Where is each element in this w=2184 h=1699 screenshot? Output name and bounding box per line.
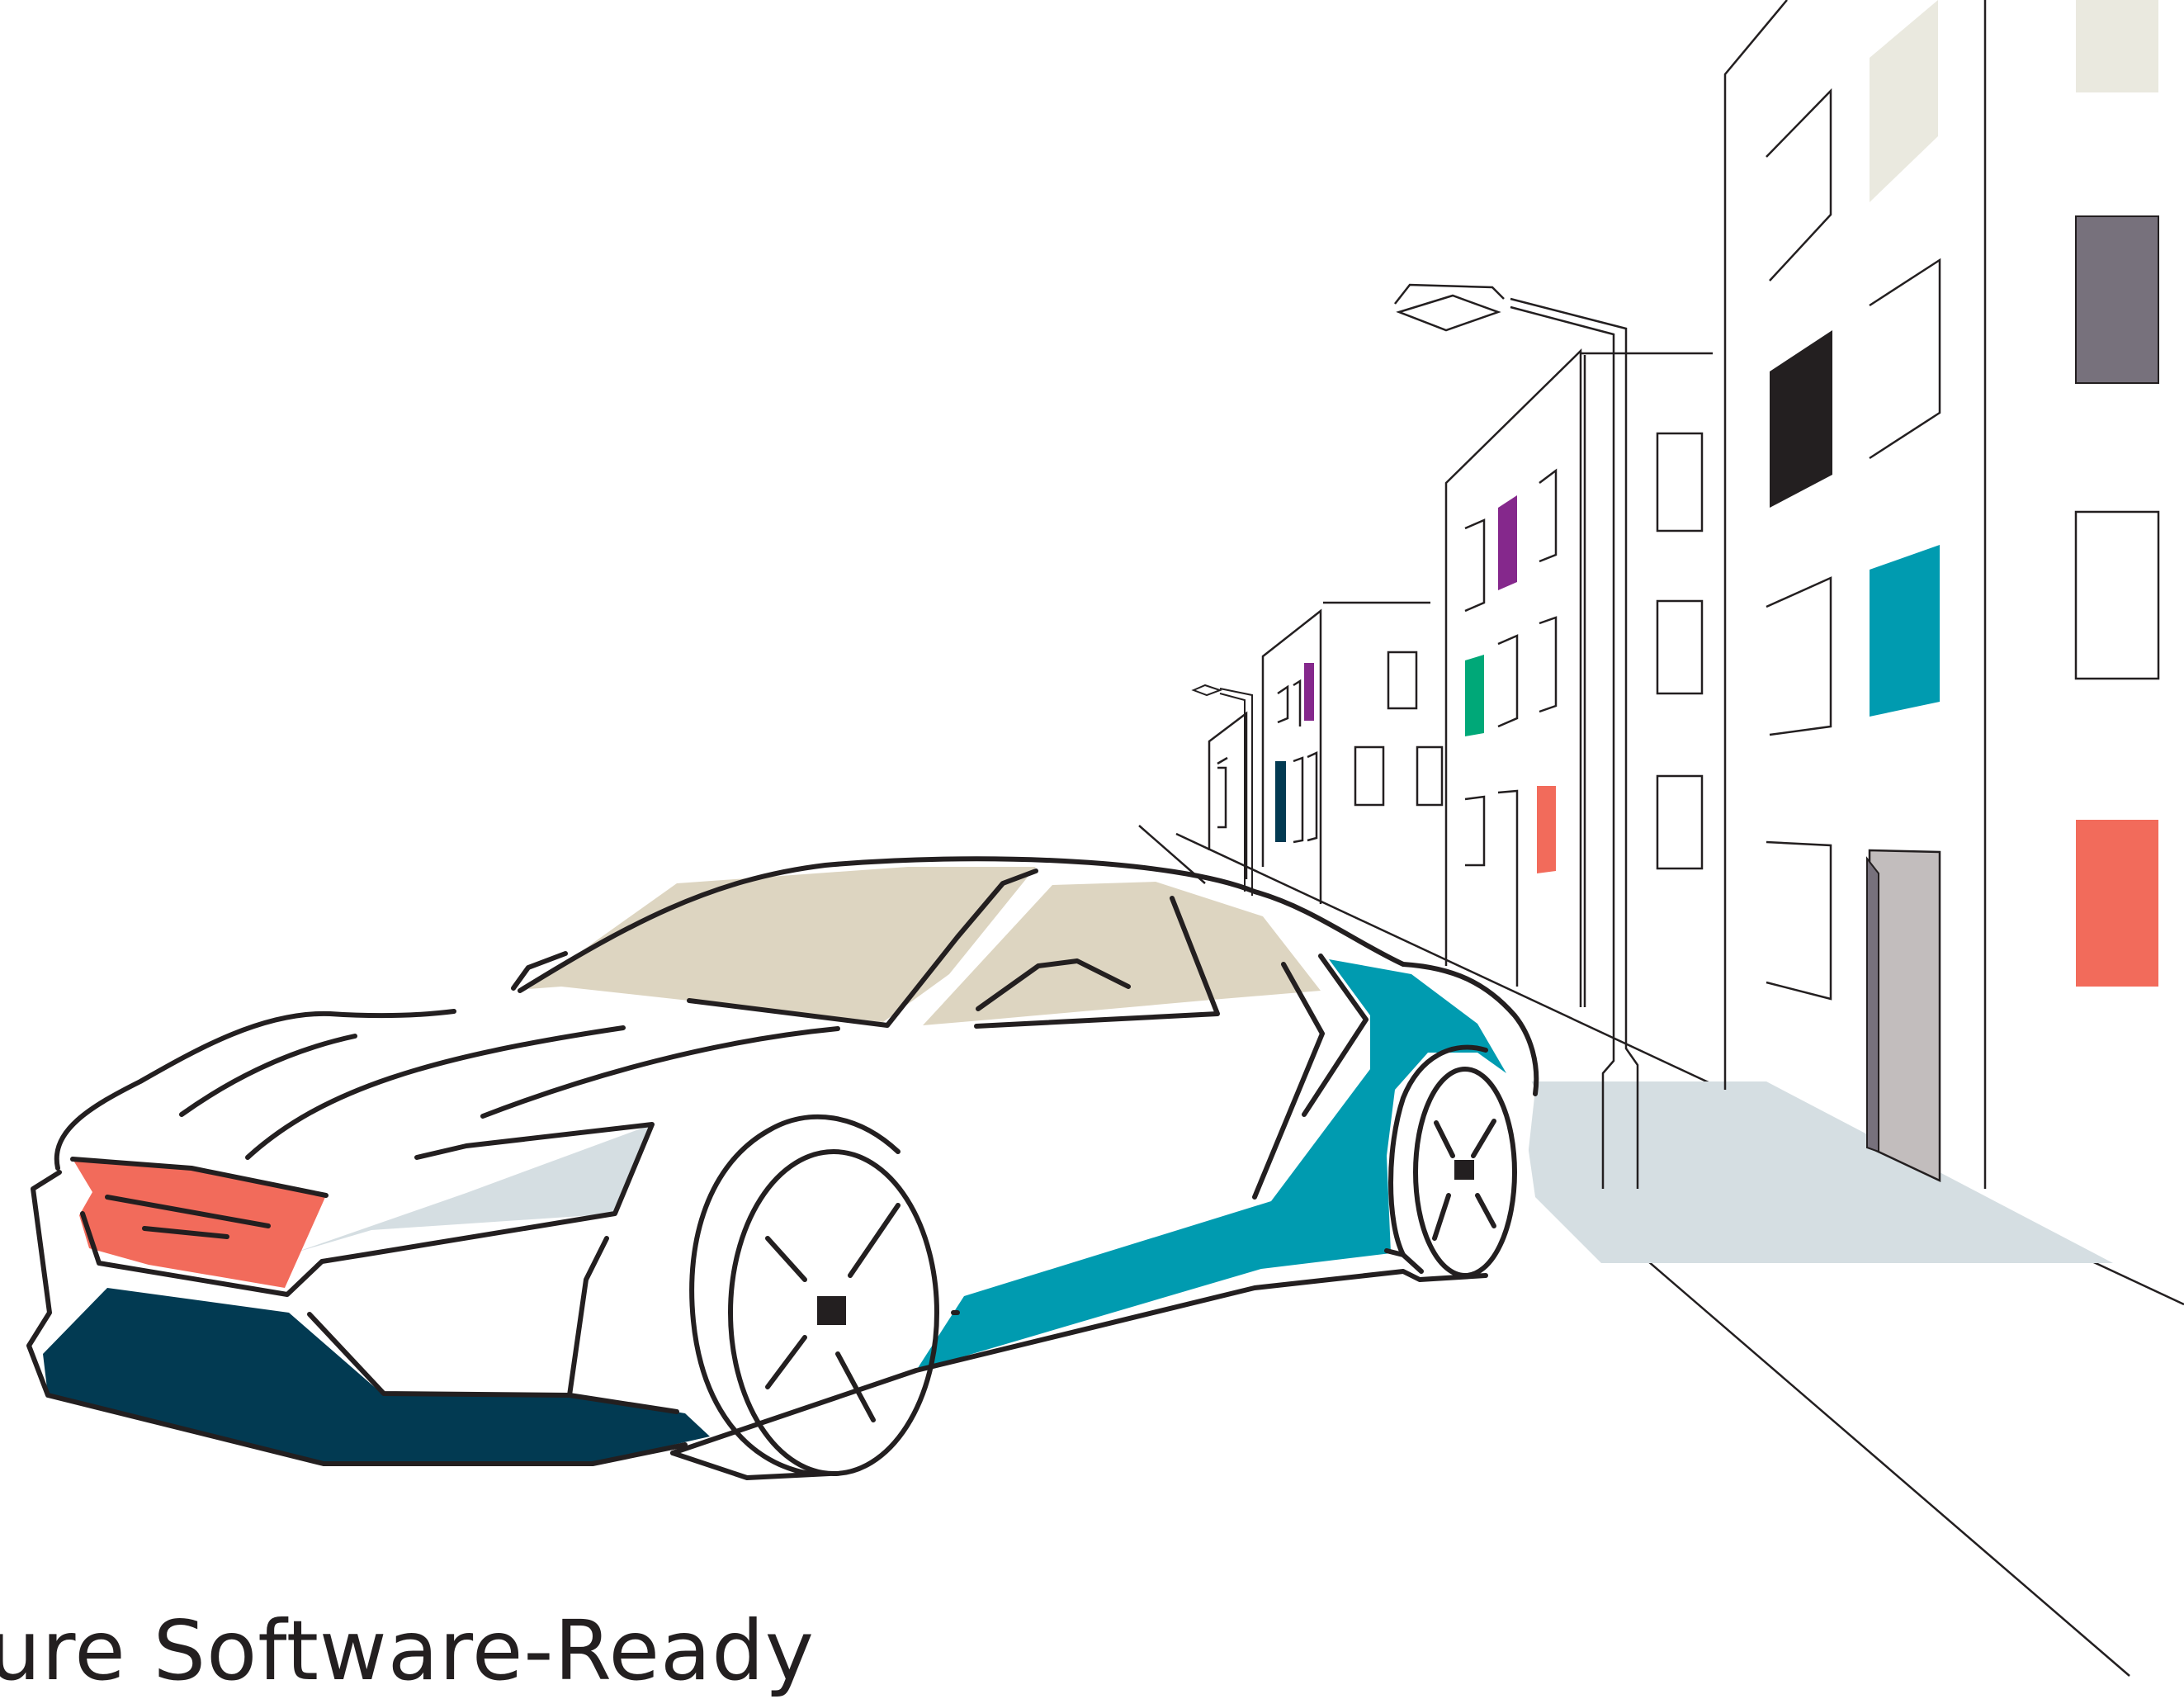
window-purple [1498, 495, 1517, 590]
window-outline [1869, 258, 1941, 460]
building-far [1261, 601, 1444, 904]
window-cream [1870, 0, 1938, 202]
door [1868, 849, 1941, 1182]
road-shadow [1519, 1081, 2113, 1263]
window-far-purple [1304, 663, 1314, 721]
building-tiny [1208, 711, 1248, 879]
window-coral-mid [1537, 786, 1556, 873]
sports-car-illustration [25, 856, 1539, 1480]
window-black [1770, 330, 1832, 508]
caption-text: cure Software-Ready [0, 1602, 815, 1699]
illustration-canvas [25, 0, 2184, 1677]
window-far-navy [1275, 761, 1286, 842]
window-far-slate [2075, 215, 2159, 384]
window-green [1465, 655, 1484, 736]
window-teal [1870, 545, 1940, 717]
door-edge [1866, 856, 1879, 1153]
window-far-cream [2076, 0, 2158, 92]
car-front-hub [817, 1296, 846, 1325]
window-far-outline [2074, 510, 2160, 680]
window-far-coral [2076, 820, 2158, 987]
building-middle [1444, 348, 1713, 1007]
building-near [1723, 0, 1987, 1189]
car-rear-hub [1454, 1160, 1474, 1180]
